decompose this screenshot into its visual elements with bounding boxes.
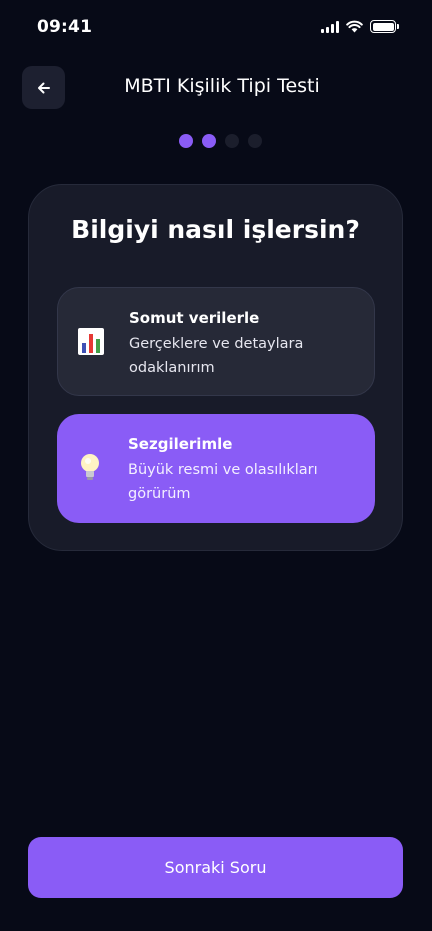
progress-indicator — [0, 134, 432, 148]
status-time: 09:41 — [37, 17, 93, 37]
bar-chart-icon — [78, 328, 104, 355]
question-card: Bilgiyi nasıl işlersin? Somut verilerle … — [28, 184, 403, 551]
option-description: Büyük resmi ve olasılıkları görürüm — [128, 462, 318, 502]
cellular-signal-icon — [321, 20, 339, 33]
progress-dot-2 — [201, 134, 216, 148]
question-title: Bilgiyi nasıl işlersin? — [71, 215, 360, 244]
answer-option-intuition[interactable]: Sezgilerimle Büyük resmi ve olasılıkları… — [57, 414, 375, 523]
status-bar: 09:41 — [0, 0, 432, 56]
progress-dot-3 — [224, 134, 239, 148]
option-title: Somut verilerle — [129, 309, 260, 327]
next-question-button[interactable]: Sonraki Soru — [28, 837, 403, 898]
option-title: Sezgilerimle — [128, 435, 233, 453]
answer-option-concrete[interactable]: Somut verilerle Gerçeklere ve detaylara … — [57, 287, 375, 396]
progress-dot-1 — [178, 134, 193, 148]
lightbulb-icon — [81, 454, 99, 480]
quiz-screen: 09:41 MBTI Kişilik Tipi Testi Bilgiyi na… — [0, 0, 432, 931]
status-icons — [321, 20, 399, 33]
battery-icon — [370, 20, 399, 33]
progress-dot-4 — [247, 134, 262, 148]
page-title: MBTI Kişilik Tipi Testi — [124, 75, 320, 97]
wifi-icon — [346, 20, 363, 33]
option-description: Gerçeklere ve detaylara odaklanırım — [129, 336, 304, 376]
